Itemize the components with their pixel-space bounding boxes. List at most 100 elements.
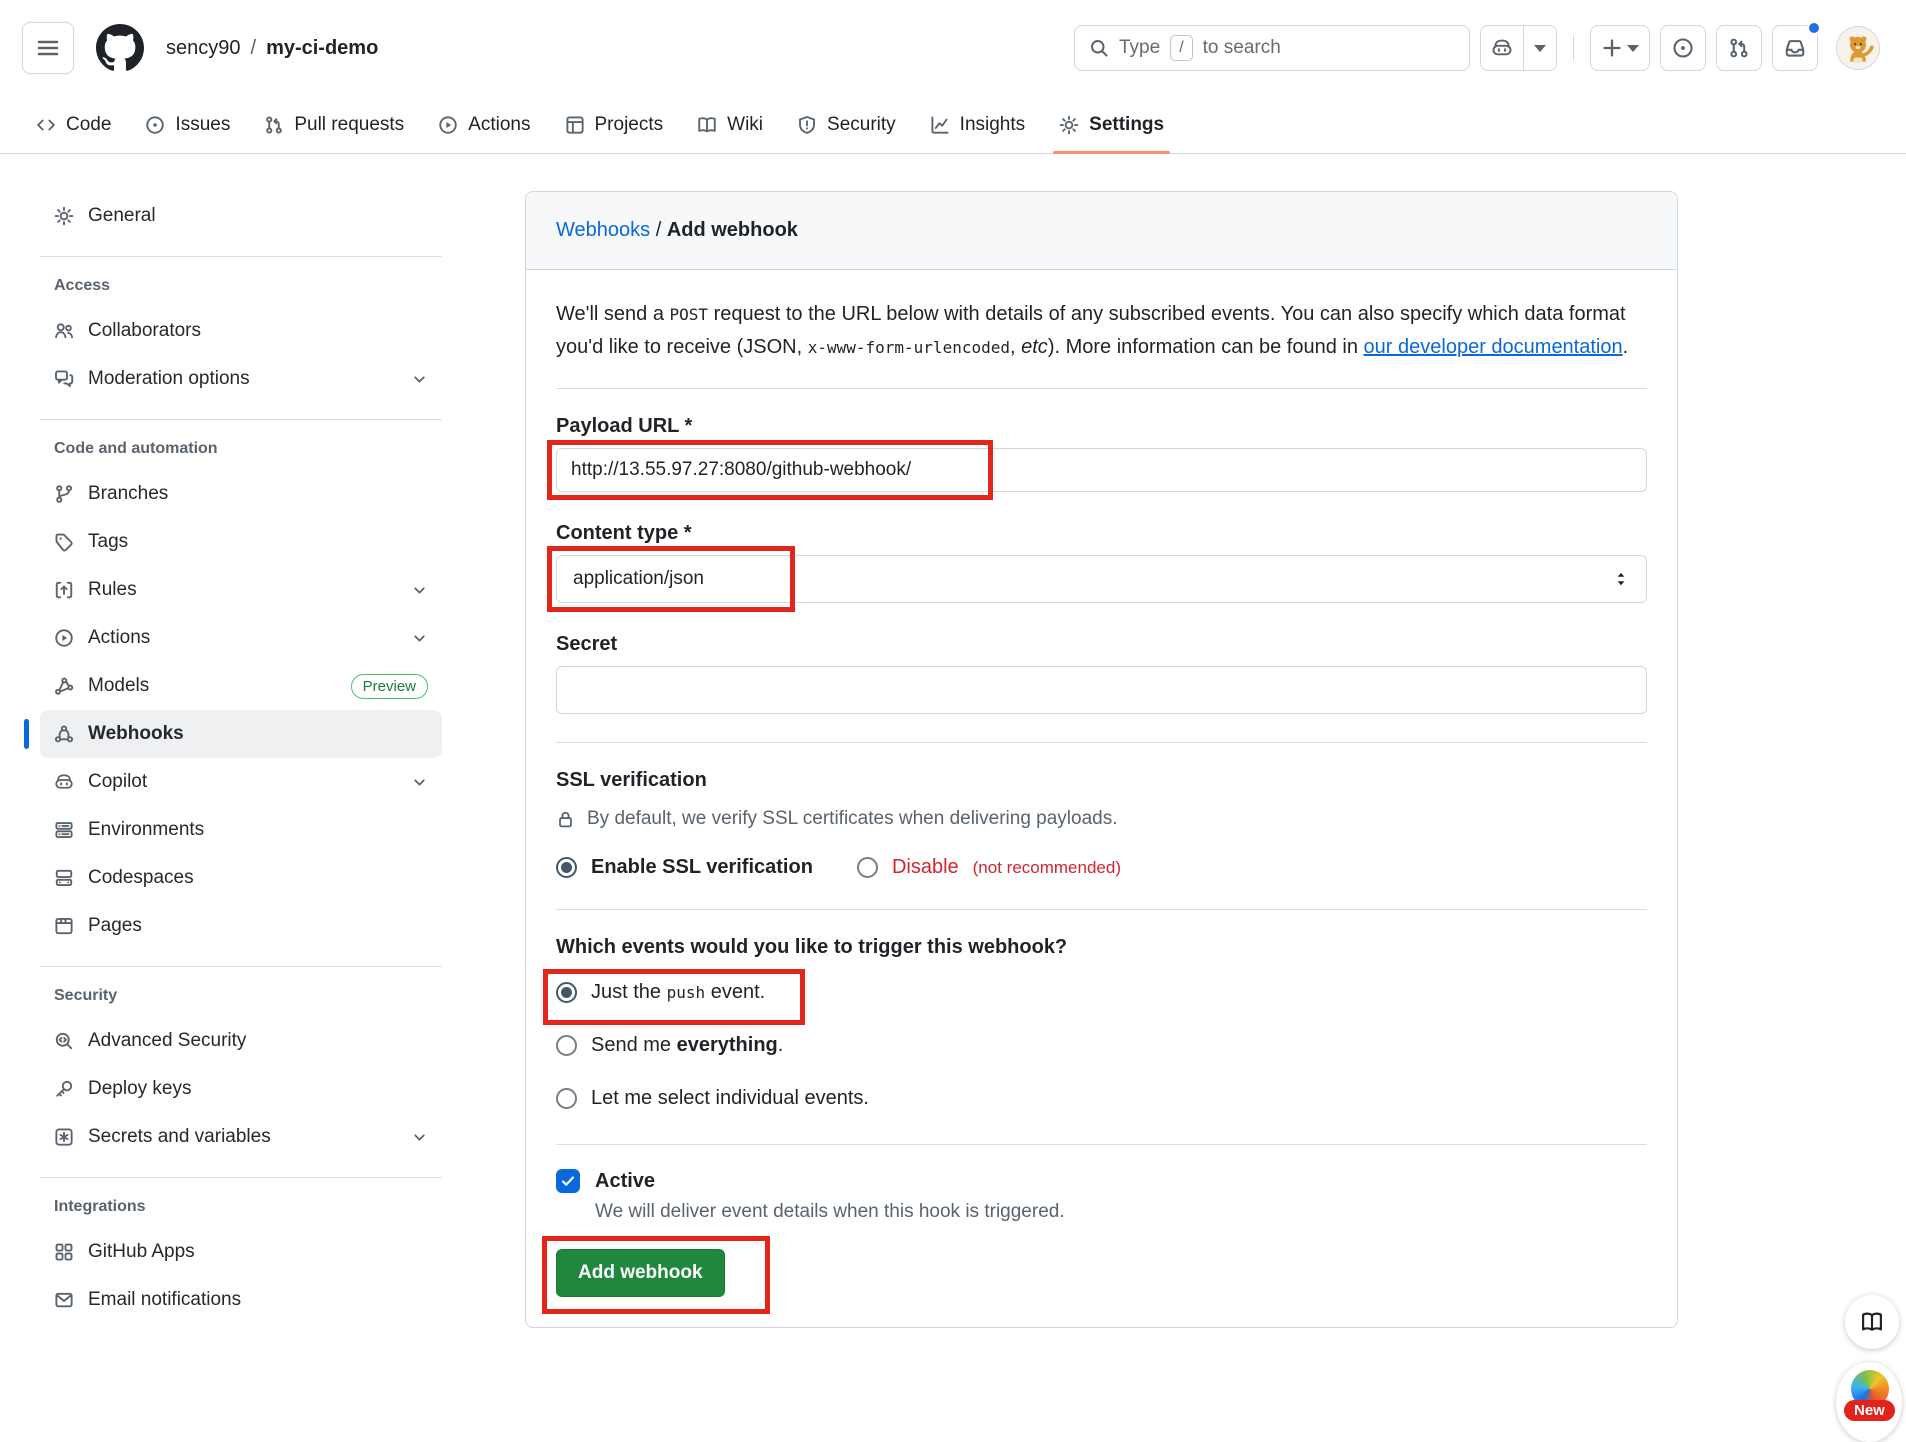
notifications-inbox-button[interactable]: [1772, 25, 1818, 71]
git-pull-request-icon: [1728, 37, 1750, 59]
webhooks-breadcrumb-link[interactable]: Webhooks: [556, 219, 650, 241]
just-push-event-radio[interactable]: Just the push event.: [556, 981, 765, 1004]
sidebar-item-label: GitHub Apps: [88, 1241, 195, 1263]
global-search-input[interactable]: Type / to search: [1074, 25, 1470, 71]
copilot-icon: [54, 772, 74, 792]
form-divider: [556, 742, 1647, 743]
content-type-select[interactable]: application/json: [556, 555, 1647, 603]
code-scan-icon: [54, 1031, 74, 1051]
secret-input[interactable]: [556, 666, 1647, 714]
hamburger-menu-button[interactable]: [22, 22, 74, 74]
tab-actions[interactable]: Actions: [424, 96, 544, 153]
github-logo-icon[interactable]: [96, 24, 144, 72]
sidebar-item-codespaces[interactable]: Codespaces: [40, 854, 442, 902]
pull-requests-dashboard-button[interactable]: [1716, 25, 1762, 71]
sidebar-divider: [40, 1177, 442, 1178]
sidebar-item-email-notifications[interactable]: Email notifications: [40, 1276, 442, 1324]
sidebar-item-environments[interactable]: Environments: [40, 806, 442, 854]
rules-icon: [54, 580, 74, 600]
create-new-button[interactable]: [1590, 25, 1650, 71]
sidebar-item-webhooks[interactable]: Webhooks: [40, 710, 442, 758]
enable-ssl-radio[interactable]: Enable SSL verification: [556, 856, 813, 879]
git-pull-request-icon: [264, 115, 284, 135]
issues-dashboard-button[interactable]: [1660, 25, 1706, 71]
add-webhook-card: Webhooks / Add webhook We'll send a POST…: [525, 191, 1678, 1328]
sidebar-item-label: Webhooks: [88, 723, 184, 745]
issue-opened-icon: [1672, 37, 1694, 59]
sidebar-item-advanced-security[interactable]: Advanced Security: [40, 1017, 442, 1065]
breadcrumb-owner[interactable]: sency90: [166, 37, 241, 60]
sidebar-item-label: Advanced Security: [88, 1030, 246, 1052]
key-icon: [54, 1079, 74, 1099]
sidebar-item-label: Pages: [88, 915, 142, 937]
assistant-new-button[interactable]: New: [1836, 1362, 1902, 1442]
slash-key-hint: /: [1170, 35, 1192, 61]
sidebar-item-label: Rules: [88, 579, 137, 601]
tab-settings[interactable]: Settings: [1045, 96, 1178, 153]
sidebar-divider: [40, 419, 442, 420]
sidebar-item-deploy-keys[interactable]: Deploy keys: [40, 1065, 442, 1113]
developer-documentation-link[interactable]: our developer documentation: [1364, 336, 1623, 358]
codespaces-icon: [54, 868, 74, 888]
sidebar-divider: [40, 256, 442, 257]
tab-issues-label: Issues: [175, 114, 230, 136]
avatar[interactable]: [1836, 26, 1880, 70]
events-question: Which events would you like to trigger t…: [556, 936, 1647, 959]
breadcrumb-repo[interactable]: my-ci-demo: [266, 37, 378, 60]
sidebar-item-rules[interactable]: Rules: [40, 566, 442, 614]
add-webhook-button[interactable]: Add webhook: [556, 1249, 725, 1297]
sidebar-item-branches[interactable]: Branches: [40, 470, 442, 518]
sidebar-item-collaborators[interactable]: Collaborators: [40, 307, 442, 355]
copilot-button[interactable]: [1480, 25, 1557, 71]
tab-insights[interactable]: Insights: [916, 96, 1039, 153]
sidebar-item-label: Tags: [88, 531, 128, 553]
radio-checked-icon: [556, 982, 577, 1003]
payload-url-label: Payload URL *: [556, 415, 1647, 438]
ssl-verification-heading: SSL verification: [556, 769, 1647, 792]
sidebar-item-copilot[interactable]: Copilot: [40, 758, 442, 806]
desc-text: ). More information can be found in: [1048, 336, 1364, 358]
copilot-icon: [1481, 26, 1523, 70]
sidebar-section-security: Security: [54, 987, 442, 1005]
tab-projects-label: Projects: [595, 114, 664, 136]
sidebar-item-models[interactable]: Models Preview: [40, 662, 442, 710]
card-breadcrumb-current: Add webhook: [667, 219, 798, 241]
tab-actions-label: Actions: [468, 114, 530, 136]
radio-checked-icon: [556, 857, 577, 878]
sidebar-item-label: Branches: [88, 483, 168, 505]
sidebar-item-pages[interactable]: Pages: [40, 902, 442, 950]
header-actions: Type / to search: [1074, 25, 1880, 71]
payload-url-input[interactable]: [556, 448, 1647, 492]
chevron-down-icon: [411, 630, 428, 647]
individual-events-radio[interactable]: Let me select individual events.: [556, 1087, 869, 1110]
sidebar-item-label: Moderation options: [88, 368, 250, 390]
sidebar-item-actions[interactable]: Actions: [40, 614, 442, 662]
settings-main: Webhooks / Add webhook We'll send a POST…: [525, 191, 1678, 1328]
sidebar-item-general[interactable]: General: [40, 192, 442, 240]
code-icon: [36, 115, 56, 135]
docs-book-button[interactable]: [1845, 1295, 1899, 1349]
breadcrumb-separator: /: [251, 37, 257, 60]
webhook-description: We'll send a POST request to the URL bel…: [556, 298, 1636, 364]
tab-pull-requests[interactable]: Pull requests: [250, 96, 418, 153]
desc-text: .: [1623, 336, 1629, 358]
send-everything-radio[interactable]: Send me everything.: [556, 1034, 783, 1057]
play-icon: [54, 628, 74, 648]
disable-ssl-label: Disable: [892, 856, 959, 879]
tab-security[interactable]: Security: [783, 96, 910, 153]
comment-discussion-icon: [54, 369, 74, 389]
copilot-dropdown-caret[interactable]: [1523, 26, 1556, 70]
tab-projects[interactable]: Projects: [551, 96, 678, 153]
disable-ssl-radio[interactable]: Disable (not recommended): [857, 856, 1121, 879]
tab-code[interactable]: Code: [22, 96, 125, 153]
sidebar-item-github-apps[interactable]: GitHub Apps: [40, 1228, 442, 1276]
sidebar-item-tags[interactable]: Tags: [40, 518, 442, 566]
active-checkbox[interactable]: [556, 1169, 580, 1193]
sidebar-section-code-automation: Code and automation: [54, 440, 442, 458]
issue-opened-icon: [145, 115, 165, 135]
sidebar-item-moderation-options[interactable]: Moderation options: [40, 355, 442, 403]
content-type-value: application/json: [573, 568, 704, 590]
tab-wiki[interactable]: Wiki: [683, 96, 777, 153]
sidebar-item-secrets-and-variables[interactable]: Secrets and variables: [40, 1113, 442, 1161]
tab-issues[interactable]: Issues: [131, 96, 244, 153]
